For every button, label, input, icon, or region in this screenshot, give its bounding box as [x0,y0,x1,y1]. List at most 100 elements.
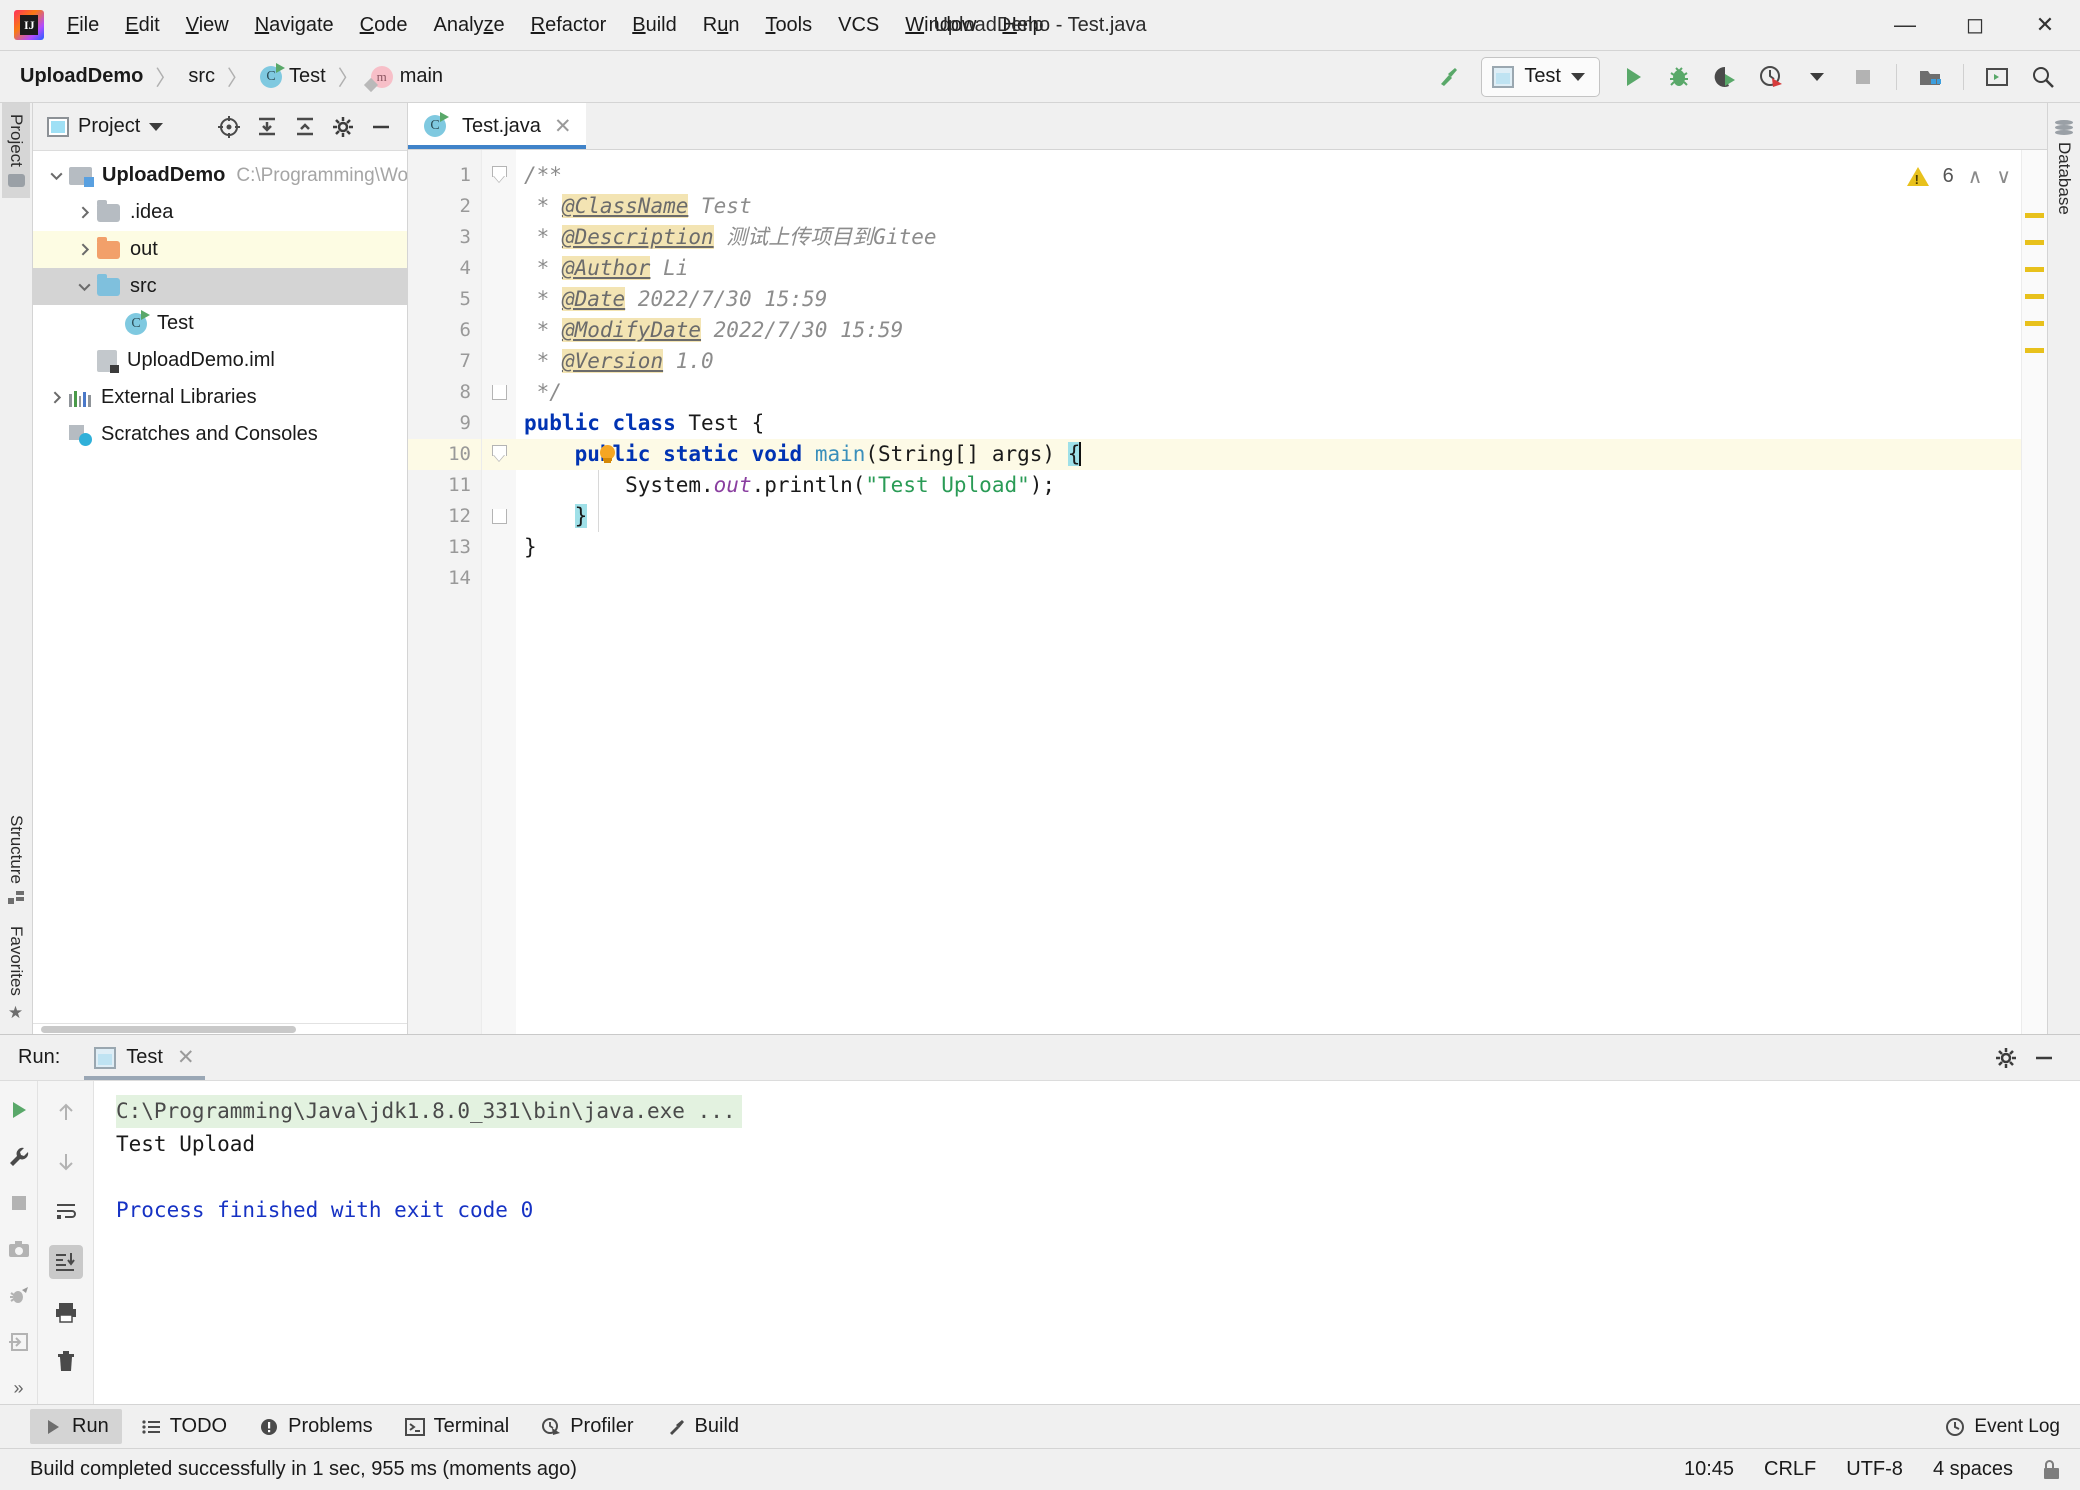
close-icon[interactable]: ✕ [554,114,572,139]
code-line-3[interactable]: * @Description 测试上传项目到Gitee [516,222,2021,253]
down-arrow-icon[interactable] [49,1145,83,1179]
project-horizontal-scrollbar[interactable] [33,1023,407,1034]
fold-collapse-icon[interactable] [482,160,516,191]
chevron-right-icon[interactable] [43,389,69,406]
sidebar-item-project[interactable]: Project [2,103,30,198]
stop-icon[interactable] [1842,57,1884,97]
maximize-button[interactable]: ◻ [1940,0,2010,50]
tool-window-problems[interactable]: Problems [246,1409,385,1444]
chevron-down-icon[interactable] [43,167,69,184]
line-number-13[interactable]: 13 [408,532,481,563]
menu-window[interactable]: Window [892,7,989,43]
code-line-1[interactable]: /** [516,160,2021,191]
profile-dropdown-icon[interactable] [1796,57,1838,97]
line-number-11[interactable]: 11 [408,470,481,501]
profile-icon[interactable] [1750,57,1792,97]
stop-icon[interactable] [2,1188,36,1218]
code-line-14[interactable] [516,563,2021,594]
build-hammer-icon[interactable] [1427,57,1469,97]
menu-view[interactable]: View [173,7,242,43]
menu-build[interactable]: Build [619,7,689,43]
soft-wrap-icon[interactable] [49,1195,83,1229]
tree-item-test[interactable]: C Test [33,305,407,342]
unlocked-icon[interactable] [2043,1460,2060,1479]
line-number-1[interactable]: 1 [408,160,481,191]
indent-widget[interactable]: 4 spaces [1933,1458,2013,1481]
editor-fold-column[interactable] [482,150,516,1034]
code-line-9[interactable]: public class Test { [516,408,2021,439]
code-line-13[interactable]: } [516,532,2021,563]
code-line-7[interactable]: * @Version 1.0 [516,346,2021,377]
menu-analyze[interactable]: Analyze [420,7,517,43]
warning-marker[interactable] [2025,267,2044,272]
code-line-10[interactable]: public static void main(String[] args) { [516,439,2021,470]
menu-help[interactable]: Help [989,7,1056,43]
code-line-5[interactable]: * @Date 2022/7/30 15:59 [516,284,2021,315]
menu-code[interactable]: Code [347,7,421,43]
editor-code[interactable]: /** * @ClassName Test * @Description 测试上… [516,150,2021,1034]
line-number-12[interactable]: 12 [408,501,481,532]
run-with-coverage-icon[interactable] [1704,57,1746,97]
line-number-2[interactable]: 2 [408,191,481,222]
tool-window-terminal[interactable]: Terminal [392,1409,523,1444]
chevron-down-icon[interactable] [71,278,97,295]
menu-run[interactable]: Run [690,7,753,43]
tab-test-java[interactable]: C Test.java ✕ [408,103,586,149]
print-icon[interactable] [49,1295,83,1329]
warning-marker[interactable] [2025,294,2044,299]
select-opened-file-icon[interactable] [211,109,247,145]
line-number-6[interactable]: 6 [408,315,481,346]
warning-marker[interactable] [2025,348,2044,353]
run-tab-test[interactable]: Test ✕ [84,1035,205,1080]
debug-icon[interactable] [1658,57,1700,97]
tree-item-uploaddemo[interactable]: UploadDemo C:\Programming\Workspac [33,157,407,194]
clear-all-icon[interactable] [49,1345,83,1379]
run-configuration-selector[interactable]: Test [1481,56,1600,97]
menu-refactor[interactable]: Refactor [518,7,620,43]
console-output[interactable]: C:\Programming\Java\jdk1.8.0_331\bin\jav… [94,1081,2080,1404]
menu-vcs[interactable]: VCS [825,7,892,43]
sidebar-item-favorites[interactable]: Favorites ★ [2,915,30,1034]
tree-item-idea[interactable]: .idea [33,194,407,231]
rerun-icon[interactable] [2,1095,36,1125]
tree-item-src[interactable]: src [33,268,407,305]
code-line-6[interactable]: * @ModifyDate 2022/7/30 15:59 [516,315,2021,346]
encoding-widget[interactable]: UTF-8 [1846,1458,1903,1481]
screenshot-icon[interactable] [2,1234,36,1264]
up-arrow-icon[interactable] [49,1095,83,1129]
expand-all-icon[interactable] [249,109,285,145]
project-panel-title[interactable]: Project [47,115,164,138]
editor-marker-bar[interactable] [2021,150,2047,1034]
chevron-down-icon[interactable] [149,122,164,131]
warning-marker[interactable] [2025,240,2044,245]
breadcrumb-item-test[interactable]: C Test [256,62,330,90]
code-line-8[interactable]: */ [516,377,2021,408]
line-number-8[interactable]: 8 [408,377,481,408]
menu-navigate[interactable]: Navigate [242,7,347,43]
intention-bulb-icon[interactable] [598,445,617,464]
line-number-10[interactable]: 10 [408,439,509,470]
scroll-to-end-icon[interactable] [48,1245,83,1279]
more-icon[interactable]: » [2,1374,36,1404]
project-tree[interactable]: UploadDemo C:\Programming\Workspac .idea ou… [33,151,407,1023]
tool-window-profiler[interactable]: Profiler [528,1409,646,1444]
fold-collapse-icon[interactable] [482,439,516,470]
minimize-button[interactable]: — [1870,0,1940,50]
chevron-right-icon[interactable] [71,241,97,258]
previous-problem-icon[interactable]: ∧ [1968,164,1983,189]
update-project-icon[interactable] [1909,57,1951,97]
breadcrumb-item-main[interactable]: m main [367,63,447,90]
line-number-5[interactable]: 5 [408,284,481,315]
line-number-3[interactable]: 3 [408,222,481,253]
line-number-4[interactable]: 4 [408,253,481,284]
code-line-12[interactable]: } [516,501,2021,532]
tree-item-out[interactable]: out [33,231,407,268]
sidebar-item-structure[interactable]: Structure [2,804,30,915]
run-icon[interactable] [1612,57,1654,97]
tool-window-build[interactable]: Build [653,1409,752,1444]
chevron-right-icon[interactable] [71,204,97,221]
close-button[interactable]: ✕ [2010,0,2080,50]
breadcrumb-item-src[interactable]: src [184,63,219,90]
line-separator-widget[interactable]: CRLF [1764,1458,1816,1481]
code-line-2[interactable]: * @ClassName Test [516,191,2021,222]
